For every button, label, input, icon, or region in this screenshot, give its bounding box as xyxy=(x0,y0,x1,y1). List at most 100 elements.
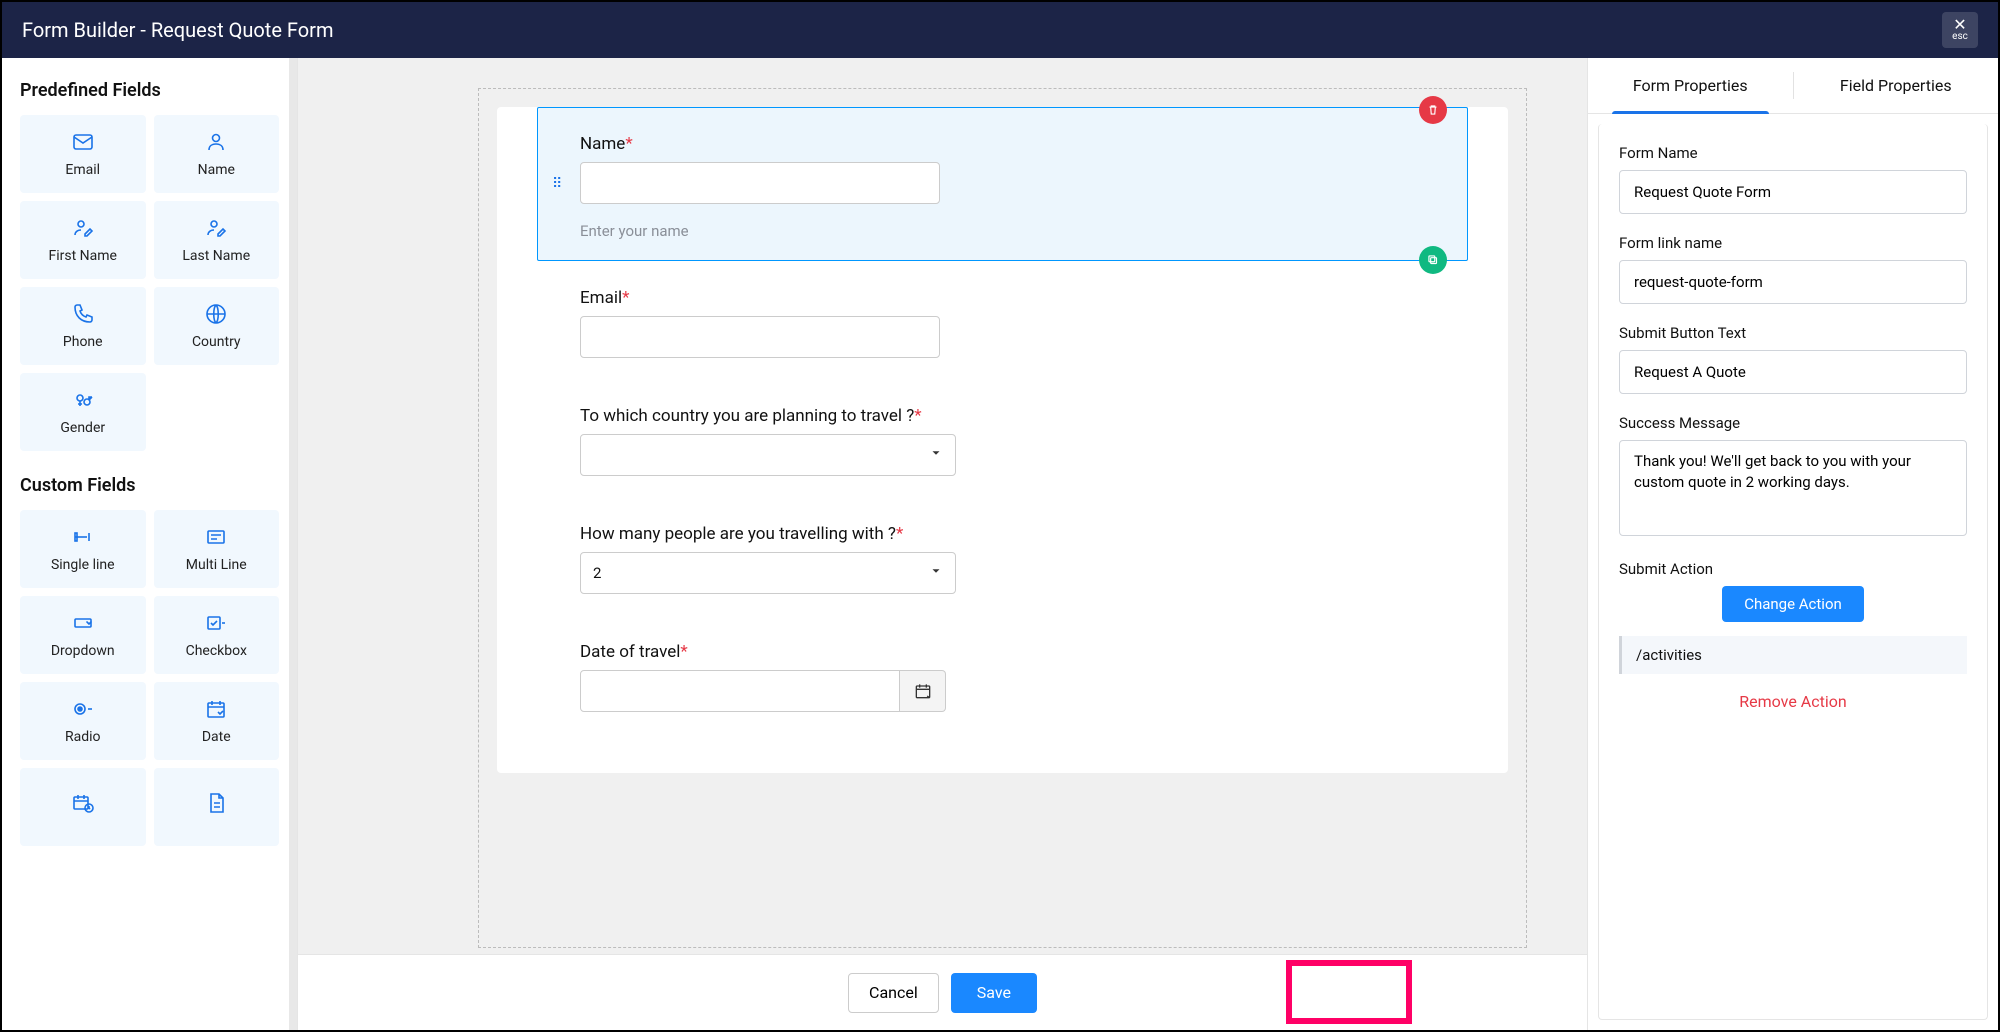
field-label: Last Name xyxy=(182,248,250,264)
close-esc-label: esc xyxy=(1952,32,1968,42)
user-edit-icon xyxy=(71,216,95,240)
phone-icon xyxy=(71,302,95,326)
custom-grid: Single line Multi Line Dropdown Checkbox… xyxy=(20,510,279,846)
field-label: Name xyxy=(198,162,235,178)
close-button[interactable]: ✕ esc xyxy=(1942,12,1978,48)
field-label: Single line xyxy=(51,557,115,573)
tab-form-properties[interactable]: Form Properties xyxy=(1588,58,1793,113)
checkbox-icon xyxy=(204,611,228,635)
file-icon xyxy=(204,791,228,815)
required-indicator: * xyxy=(625,134,632,154)
submit-text-input[interactable] xyxy=(1619,350,1967,394)
form-name-input[interactable] xyxy=(1619,170,1967,214)
datetime-icon xyxy=(71,791,95,815)
form-field-date[interactable]: Date of travel* xyxy=(537,615,1468,733)
field-label: How many people are you travelling with … xyxy=(580,524,1457,544)
delete-field-button[interactable] xyxy=(1419,96,1447,124)
properties-body: Form Name Form link name Submit Button T… xyxy=(1598,124,1988,1020)
globe-icon xyxy=(204,302,228,326)
field-label: Email xyxy=(65,162,100,178)
field-datetime[interactable] xyxy=(20,768,146,846)
field-multiline[interactable]: Multi Line xyxy=(154,510,280,588)
field-label: First Name xyxy=(49,248,117,264)
save-button[interactable]: Save xyxy=(951,973,1037,1013)
field-phone[interactable]: Phone xyxy=(20,287,146,365)
custom-title: Custom Fields xyxy=(20,475,279,496)
field-label: Multi Line xyxy=(186,557,247,573)
required-indicator: * xyxy=(896,524,903,544)
dropdown-icon xyxy=(71,611,95,635)
field-date[interactable]: Date xyxy=(154,682,280,760)
field-dropdown[interactable]: Dropdown xyxy=(20,596,146,674)
date-input[interactable] xyxy=(580,670,900,712)
required-indicator: * xyxy=(914,406,921,426)
properties-tabs: Form Properties Field Properties xyxy=(1588,58,1998,114)
mail-icon xyxy=(71,130,95,154)
helper-text: Enter your name xyxy=(580,222,1457,240)
field-name[interactable]: Name xyxy=(154,115,280,193)
action-path-display: /activities xyxy=(1619,636,1967,674)
predefined-title: Predefined Fields xyxy=(20,80,279,101)
field-gender[interactable]: Gender xyxy=(20,373,146,451)
user-edit-icon xyxy=(204,216,228,240)
field-file[interactable] xyxy=(154,768,280,846)
field-singleline[interactable]: Single line xyxy=(20,510,146,588)
properties-panel: Form Properties Field Properties Form Na… xyxy=(1588,58,1998,1030)
chevron-down-icon xyxy=(929,564,943,582)
field-checkbox[interactable]: Checkbox xyxy=(154,596,280,674)
field-label: Country xyxy=(192,334,241,350)
date-icon xyxy=(204,697,228,721)
form-canvas[interactable]: ⠿ Name* Enter your name Email* To which … xyxy=(478,88,1527,948)
chevron-down-icon xyxy=(929,446,943,464)
field-radio[interactable]: Radio xyxy=(20,682,146,760)
prop-success-label: Success Message xyxy=(1619,414,1967,432)
field-label: Dropdown xyxy=(51,643,115,659)
field-label: Name* xyxy=(580,134,1457,154)
prop-link-name-label: Form link name xyxy=(1619,234,1967,252)
form-field-country-q[interactable]: To which country you are planning to tra… xyxy=(537,379,1468,497)
tab-field-properties[interactable]: Field Properties xyxy=(1794,58,1999,113)
close-icon: ✕ xyxy=(1953,18,1966,32)
gender-icon xyxy=(71,388,95,412)
form-field-email[interactable]: Email* xyxy=(537,261,1468,379)
multiline-icon xyxy=(204,525,228,549)
field-label: Phone xyxy=(63,334,103,350)
field-label: To which country you are planning to tra… xyxy=(580,406,1457,426)
email-input[interactable] xyxy=(580,316,940,358)
footer-bar: Cancel Save xyxy=(298,954,1587,1030)
field-label: Date xyxy=(202,729,231,745)
header-title: Form Builder - Request Quote Form xyxy=(22,18,333,42)
field-firstname[interactable]: First Name xyxy=(20,201,146,279)
drag-handle-icon[interactable]: ⠿ xyxy=(552,176,561,192)
field-label: Gender xyxy=(60,420,105,436)
cancel-button[interactable]: Cancel xyxy=(848,973,939,1013)
required-indicator: * xyxy=(622,288,629,308)
predefined-grid: Email Name First Name Last Name Phone Co… xyxy=(20,115,279,451)
change-action-button[interactable]: Change Action xyxy=(1722,586,1864,622)
fields-sidebar: Predefined Fields Email Name First Name … xyxy=(2,58,298,1030)
main-layout: Predefined Fields Email Name First Name … xyxy=(2,58,1998,1030)
field-label: Email* xyxy=(580,288,1457,308)
prop-submit-action-label: Submit Action xyxy=(1619,560,1967,578)
header: Form Builder - Request Quote Form ✕ esc xyxy=(2,2,1998,58)
form-field-people-q[interactable]: How many people are you travelling with … xyxy=(537,497,1468,615)
required-indicator: * xyxy=(680,642,687,662)
form-link-input[interactable] xyxy=(1619,260,1967,304)
country-select[interactable] xyxy=(580,434,956,476)
form-field-name[interactable]: ⠿ Name* Enter your name xyxy=(537,107,1468,261)
field-country[interactable]: Country xyxy=(154,287,280,365)
field-lastname[interactable]: Last Name xyxy=(154,201,280,279)
field-label: Checkbox xyxy=(186,643,247,659)
singleline-icon xyxy=(71,525,95,549)
prop-form-name-label: Form Name xyxy=(1619,144,1967,162)
name-input[interactable] xyxy=(580,162,940,204)
success-message-input[interactable] xyxy=(1619,440,1967,536)
radio-icon xyxy=(71,697,95,721)
prop-submit-text-label: Submit Button Text xyxy=(1619,324,1967,342)
people-select[interactable]: 2 xyxy=(580,552,956,594)
field-label: Radio xyxy=(65,729,101,745)
canvas-wrap: ⠿ Name* Enter your name Email* To which … xyxy=(298,58,1588,1030)
date-picker-button[interactable] xyxy=(900,670,946,712)
remove-action-link[interactable]: Remove Action xyxy=(1619,692,1967,711)
field-email[interactable]: Email xyxy=(20,115,146,193)
